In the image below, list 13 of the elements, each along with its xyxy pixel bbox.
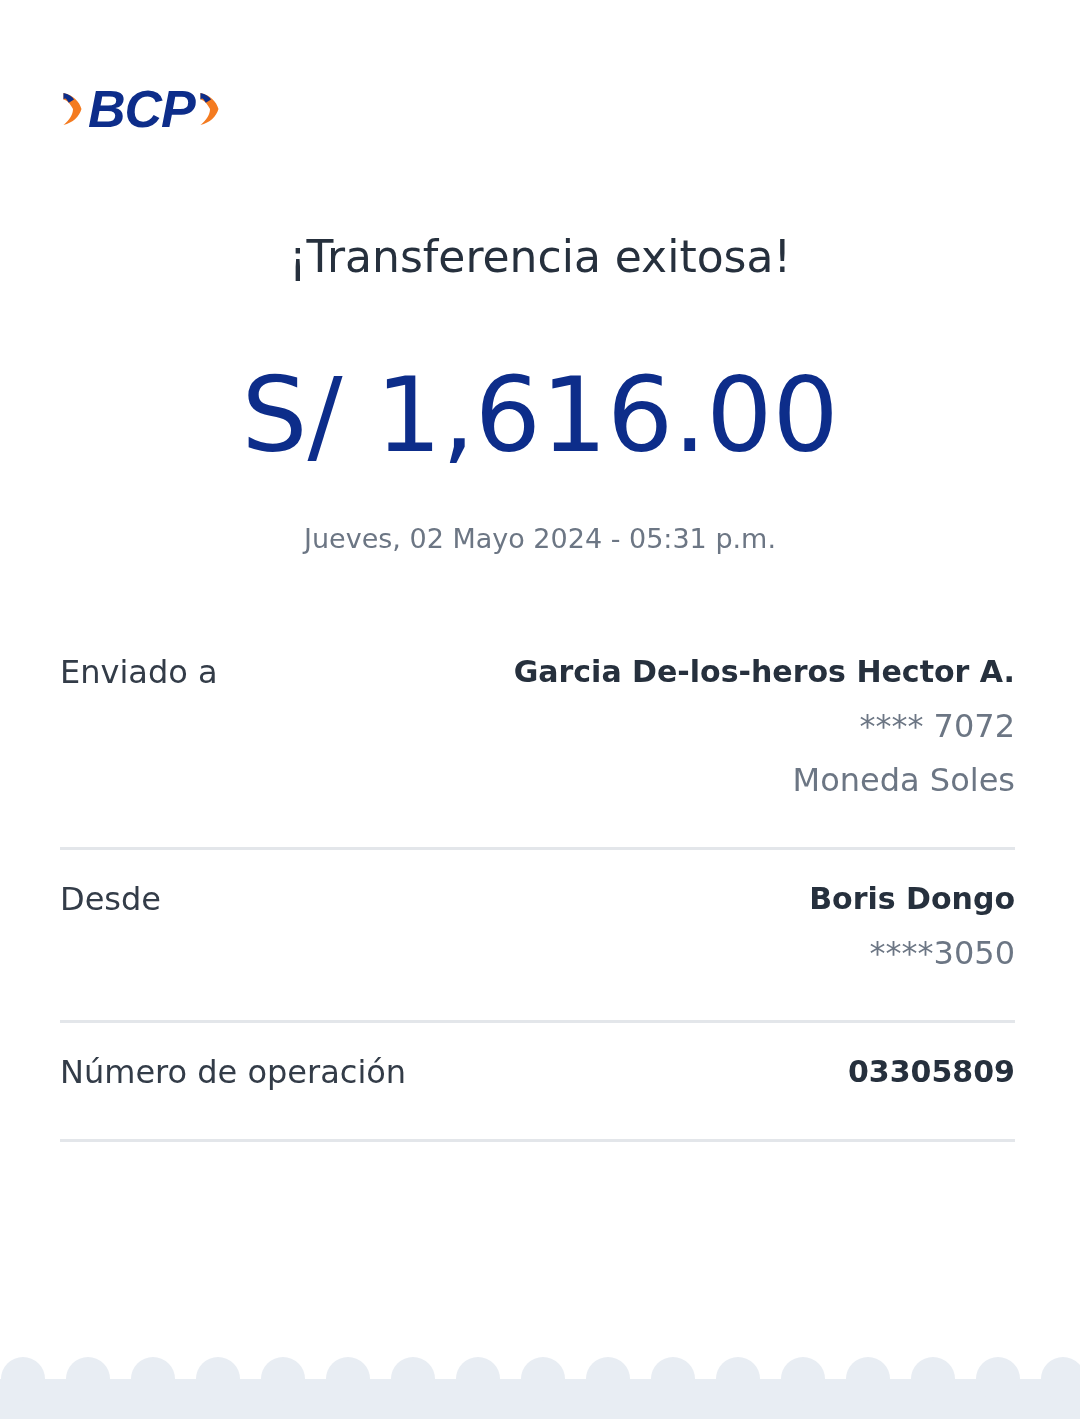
date-time: Jueves, 02 Mayo 2024 - 05:31 p.m.: [301, 522, 777, 556]
detail-label: Desde: [60, 879, 161, 920]
amount: S/ 1,616.00: [240, 355, 840, 475]
detail-value: ****3050: [869, 933, 1015, 974]
success-title: ¡Transferencia exitosa!: [287, 230, 793, 284]
detail-value: **** 7072: [859, 706, 1015, 747]
detail-value: Moneda Soles: [792, 760, 1015, 801]
detail-value: Boris Dongo: [809, 880, 1015, 918]
detail-label: Enviado a: [60, 652, 218, 693]
detail-label: Número de operación: [60, 1052, 407, 1093]
logo-text: BCP: [88, 84, 195, 134]
detail-value: 03305809: [848, 1053, 1015, 1091]
detail-value: Garcia De-los-heros Hector A.: [513, 653, 1015, 691]
